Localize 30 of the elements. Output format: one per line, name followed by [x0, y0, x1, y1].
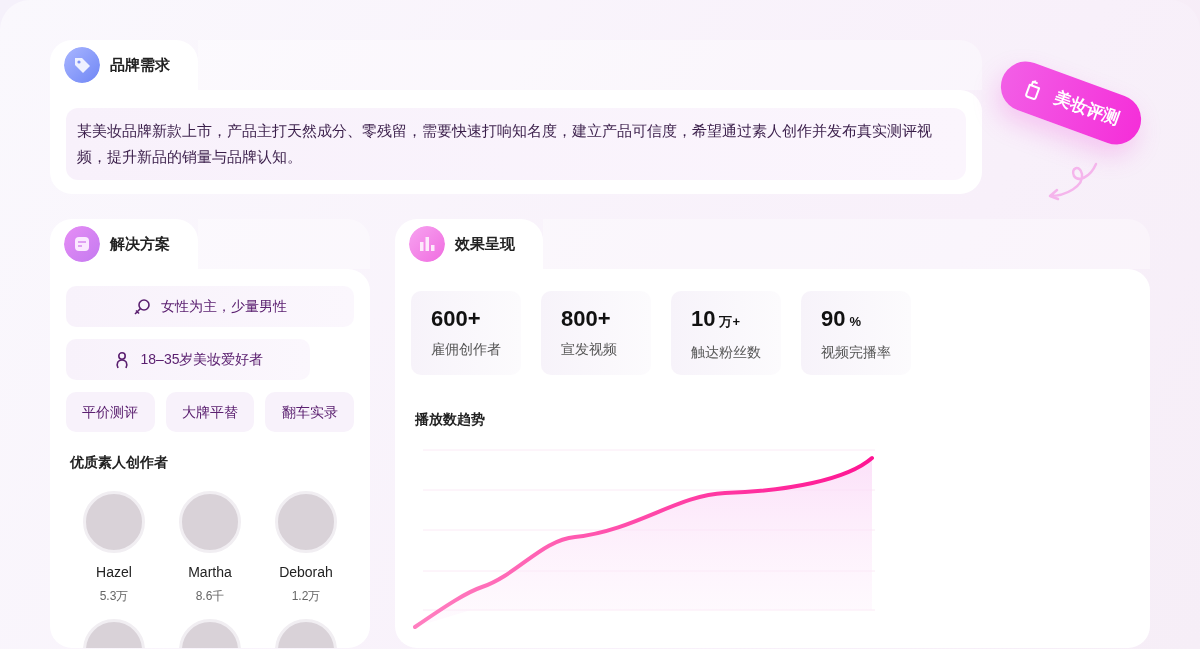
- stat-label: 雇佣创作者: [431, 340, 501, 359]
- section-title: 品牌需求: [110, 54, 170, 75]
- description-text: 某美妆品牌新款上市，产品主打天然成分、零残留，需要快速打响知名度，建立产品可信度，希望通过素人创作并发布真实测评视频，提升新品的销量与品牌认知。: [66, 108, 966, 180]
- gender-icon: [133, 297, 151, 316]
- follower-count: 5.3万: [99, 588, 129, 605]
- tag-chip: 平价测评: [66, 392, 155, 432]
- tag-chip: 大牌平替: [165, 392, 255, 432]
- document-icon: [64, 226, 100, 262]
- creator-name: Hazel: [96, 563, 132, 582]
- audience-text: 女性为主，少量男性: [161, 297, 287, 316]
- stat-value: 800+: [561, 305, 612, 333]
- creator-name: Martha: [188, 563, 232, 582]
- section-title: 解决方案: [110, 233, 170, 254]
- section-title: 效果呈现: [455, 233, 515, 254]
- sticker-label: 美妆评测: [1050, 87, 1124, 132]
- stat-value: 90 %: [821, 305, 863, 333]
- chart-title: 播放数趋势: [415, 410, 486, 429]
- stat-label: 触达粉丝数: [691, 343, 761, 362]
- stat-value: 600+: [431, 305, 482, 333]
- follower-count: 8.6千: [195, 588, 225, 605]
- follower-count: 1.2万: [291, 588, 321, 605]
- stat-label: 视频完播率: [821, 343, 891, 362]
- tag-icon: [64, 47, 100, 83]
- creator-name: Deborah: [279, 563, 333, 582]
- stat-label: 宣发视频: [561, 340, 618, 359]
- creators-title: 优质素人创作者: [70, 453, 169, 472]
- audience-text: 18–35岁美妆爱好者: [140, 350, 264, 369]
- stat-value: 10 万+: [691, 305, 742, 333]
- tag-chip: 翻车实录: [265, 392, 354, 432]
- bar-chart-icon: [409, 226, 445, 262]
